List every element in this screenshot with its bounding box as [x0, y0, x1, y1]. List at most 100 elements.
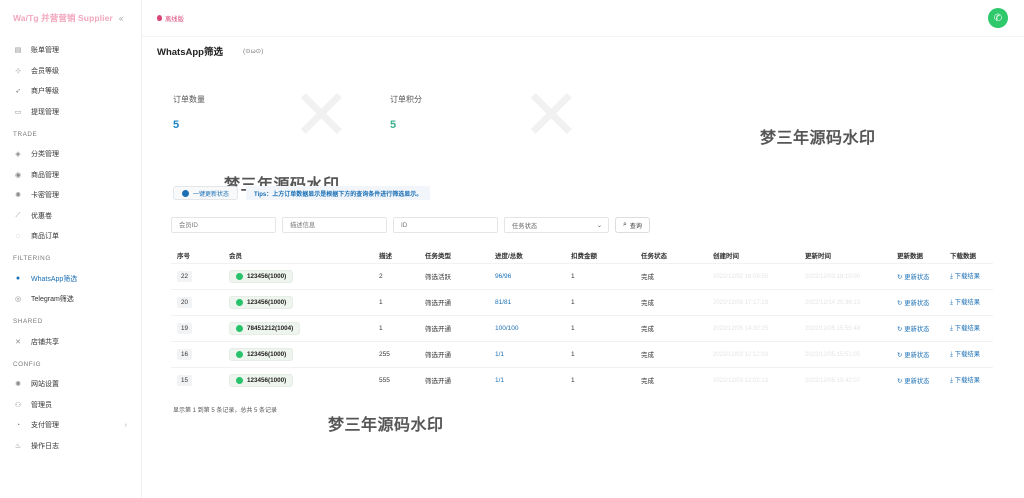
row-progress: 96/96	[495, 272, 512, 280]
table-cell: 100/100	[489, 314, 565, 341]
badge-icon	[157, 15, 162, 21]
sidebar-item[interactable]: ◈ 分类管理	[0, 144, 141, 165]
table-cell: 16	[171, 340, 223, 367]
member-label: 123456(1000)	[247, 350, 287, 358]
update-status-link[interactable]: ↻ 更新状态	[897, 326, 929, 333]
update-status-link[interactable]: ↻ 更新状态	[897, 378, 929, 385]
admin-icon: ⚇	[14, 401, 22, 409]
query-label: 查询	[629, 223, 642, 230]
sidebar-item[interactable]: ✺ 网站设置	[0, 374, 141, 395]
sidebar-item[interactable]: ◎ Telegram筛选	[0, 289, 141, 310]
stat-value: 5	[390, 119, 397, 131]
member-label: 123456(1000)	[247, 272, 287, 280]
sidebar-item[interactable]: ▤ 账单管理	[0, 40, 141, 61]
row-desc: 1	[379, 298, 383, 306]
table-cell: 筛选活跃	[419, 262, 489, 289]
refresh-icon: ↻	[897, 299, 903, 307]
row-fee: 1	[571, 272, 575, 280]
table-header-row: 序号 会员 描述 任务类型 进度/总数 扣费金额 任务状态 创建时间 更新时间 更新数据 下载数据	[171, 247, 993, 263]
sidebar-item[interactable]: ⚇ 管理员	[0, 395, 141, 416]
watermark-text: 梦三年源码水印	[760, 130, 876, 147]
table-cell: 2022/12/05 17:17:19	[707, 288, 799, 315]
refresh-label: 一键更新状态	[193, 191, 230, 198]
refresh-status-button[interactable]: 一键更新状态	[173, 186, 239, 200]
row-fee: 1	[571, 298, 575, 306]
sidebar-item-label: Telegram筛选	[31, 296, 74, 304]
member-id-input[interactable]	[171, 217, 276, 233]
order-icon: ◌	[15, 232, 21, 240]
brand: Wa/Tg 并营营销 Supplier «	[0, 0, 141, 36]
sidebar-item[interactable]: ◌ 商品订单	[0, 226, 141, 247]
download-result-link[interactable]: ⤓ 下载结果	[950, 273, 980, 280]
table-cell: 15	[171, 366, 223, 393]
double-chevron-left-icon[interactable]: «	[119, 14, 124, 23]
row-progress: 100/100	[495, 324, 519, 332]
table-cell: 2022/12/03 12:12:03	[707, 340, 799, 367]
table-cell: ↻ 更新状态	[891, 314, 944, 341]
sidebar-item[interactable]: ● WhatsApp筛选	[0, 269, 141, 290]
table-cell: 1	[565, 314, 635, 341]
update-status-link[interactable]: ↻ 更新状态	[897, 300, 929, 307]
sidebar-item[interactable]: ➶ 商户等级	[0, 81, 141, 102]
link-label: 更新状态	[904, 299, 930, 307]
sidebar: Wa/Tg 并营营销 Supplier « ▤ 账单管理 ⊹ 会员等级 ➶ 商户等级 ▭ 提现…	[0, 0, 142, 498]
sidebar-item-label: 优惠卷	[31, 212, 52, 220]
whatsapp-icon[interactable]: ✆	[988, 8, 1008, 28]
table-cell: 完成	[635, 366, 707, 393]
table-cell: ↻ 更新状态	[891, 262, 944, 289]
sidebar-item[interactable]: ♨ 操作日志	[0, 436, 141, 457]
sidebar-item[interactable]: ✕ 店铺共享	[0, 332, 141, 353]
pagination-note: 显示第 1 到第 5 条记录，总共 5 条记录	[173, 408, 278, 414]
task-status-select[interactable]: 任务状态 ⌄	[504, 217, 609, 233]
row-status: 完成	[641, 352, 654, 359]
table-cell: 筛选开通	[419, 366, 489, 393]
download-result-link[interactable]: ⤓ 下载结果	[950, 377, 980, 384]
download-result-link[interactable]: ⤓ 下载结果	[950, 351, 980, 358]
table-cell: 完成	[635, 340, 707, 367]
download-result-link[interactable]: ⤓ 下载结果	[950, 325, 980, 332]
member-label: 123456(1000)	[247, 298, 287, 306]
download-icon: ⤓	[950, 273, 953, 280]
sidebar-item[interactable]: ⟋ 优惠卷	[0, 206, 141, 227]
tag-icon: ◈	[15, 151, 21, 159]
shop-icon: ◉	[14, 171, 22, 179]
sidebar-item-label: 管理员	[31, 401, 52, 409]
id-input[interactable]	[393, 217, 498, 233]
update-status-link[interactable]: ↻ 更新状态	[897, 352, 929, 359]
row-task-type: 筛选开通	[425, 378, 451, 386]
query-button[interactable]: ⌕ 查询	[615, 217, 650, 233]
offline-label: 离线版	[165, 15, 184, 23]
download-result-link[interactable]: ⤓ 下载结果	[950, 299, 980, 306]
row-status: 完成	[641, 300, 654, 307]
stat-label: 订单数量	[173, 95, 205, 104]
description-input[interactable]	[282, 217, 387, 233]
sidebar-item-label: 商户等级	[31, 88, 59, 96]
row-task-type: 筛选开通	[425, 300, 451, 307]
table-cell: 筛选开通	[419, 340, 489, 367]
column-header: 描述	[379, 252, 392, 260]
table-cell: 96/96	[489, 262, 565, 289]
update-status-link[interactable]: ↻ 更新状态	[897, 274, 929, 281]
table-cell: ↻ 更新状态	[891, 366, 944, 393]
table-cell: 1	[565, 288, 635, 315]
row-seq: 15	[177, 374, 193, 386]
table-cell: 81/81	[489, 288, 565, 315]
sidebar-item[interactable]: ◔ 支付管理 ›	[0, 415, 141, 436]
sidebar-item[interactable]: ▭ 提现管理	[0, 102, 141, 123]
table-row: 16 123456(1000) 255 筛选开通 1/1 1 完成 2022/12/03 12…	[171, 340, 993, 367]
row-updated-time: 2022/12/05 19:42:07	[805, 377, 861, 384]
column-header: 创建时间	[713, 252, 739, 260]
offline-badge[interactable]: 离线版	[157, 14, 184, 23]
row-task-type: 筛选开通	[425, 326, 451, 333]
nav-top: ▤ 账单管理 ⊹ 会员等级 ➶ 商户等级 ▭ 提现管理	[0, 36, 141, 122]
table-cell: 2022/12/05 14:30:25	[707, 314, 799, 341]
table-cell: 1	[373, 314, 419, 341]
sidebar-item[interactable]: ◉ 商品管理	[0, 165, 141, 186]
row-created-time: 2022/12/03 12:12:03	[713, 351, 769, 358]
row-seq: 19	[177, 322, 193, 334]
row-created-time: 2022/12/05 17:17:19	[713, 299, 769, 306]
sidebar-item[interactable]: ⊹ 会员等级	[0, 61, 141, 82]
sidebar-item[interactable]: ✺ 卡密管理	[0, 185, 141, 206]
card-icon: ▭	[14, 108, 22, 116]
table-cell: 2022/12/05 15:55:48	[799, 314, 891, 341]
